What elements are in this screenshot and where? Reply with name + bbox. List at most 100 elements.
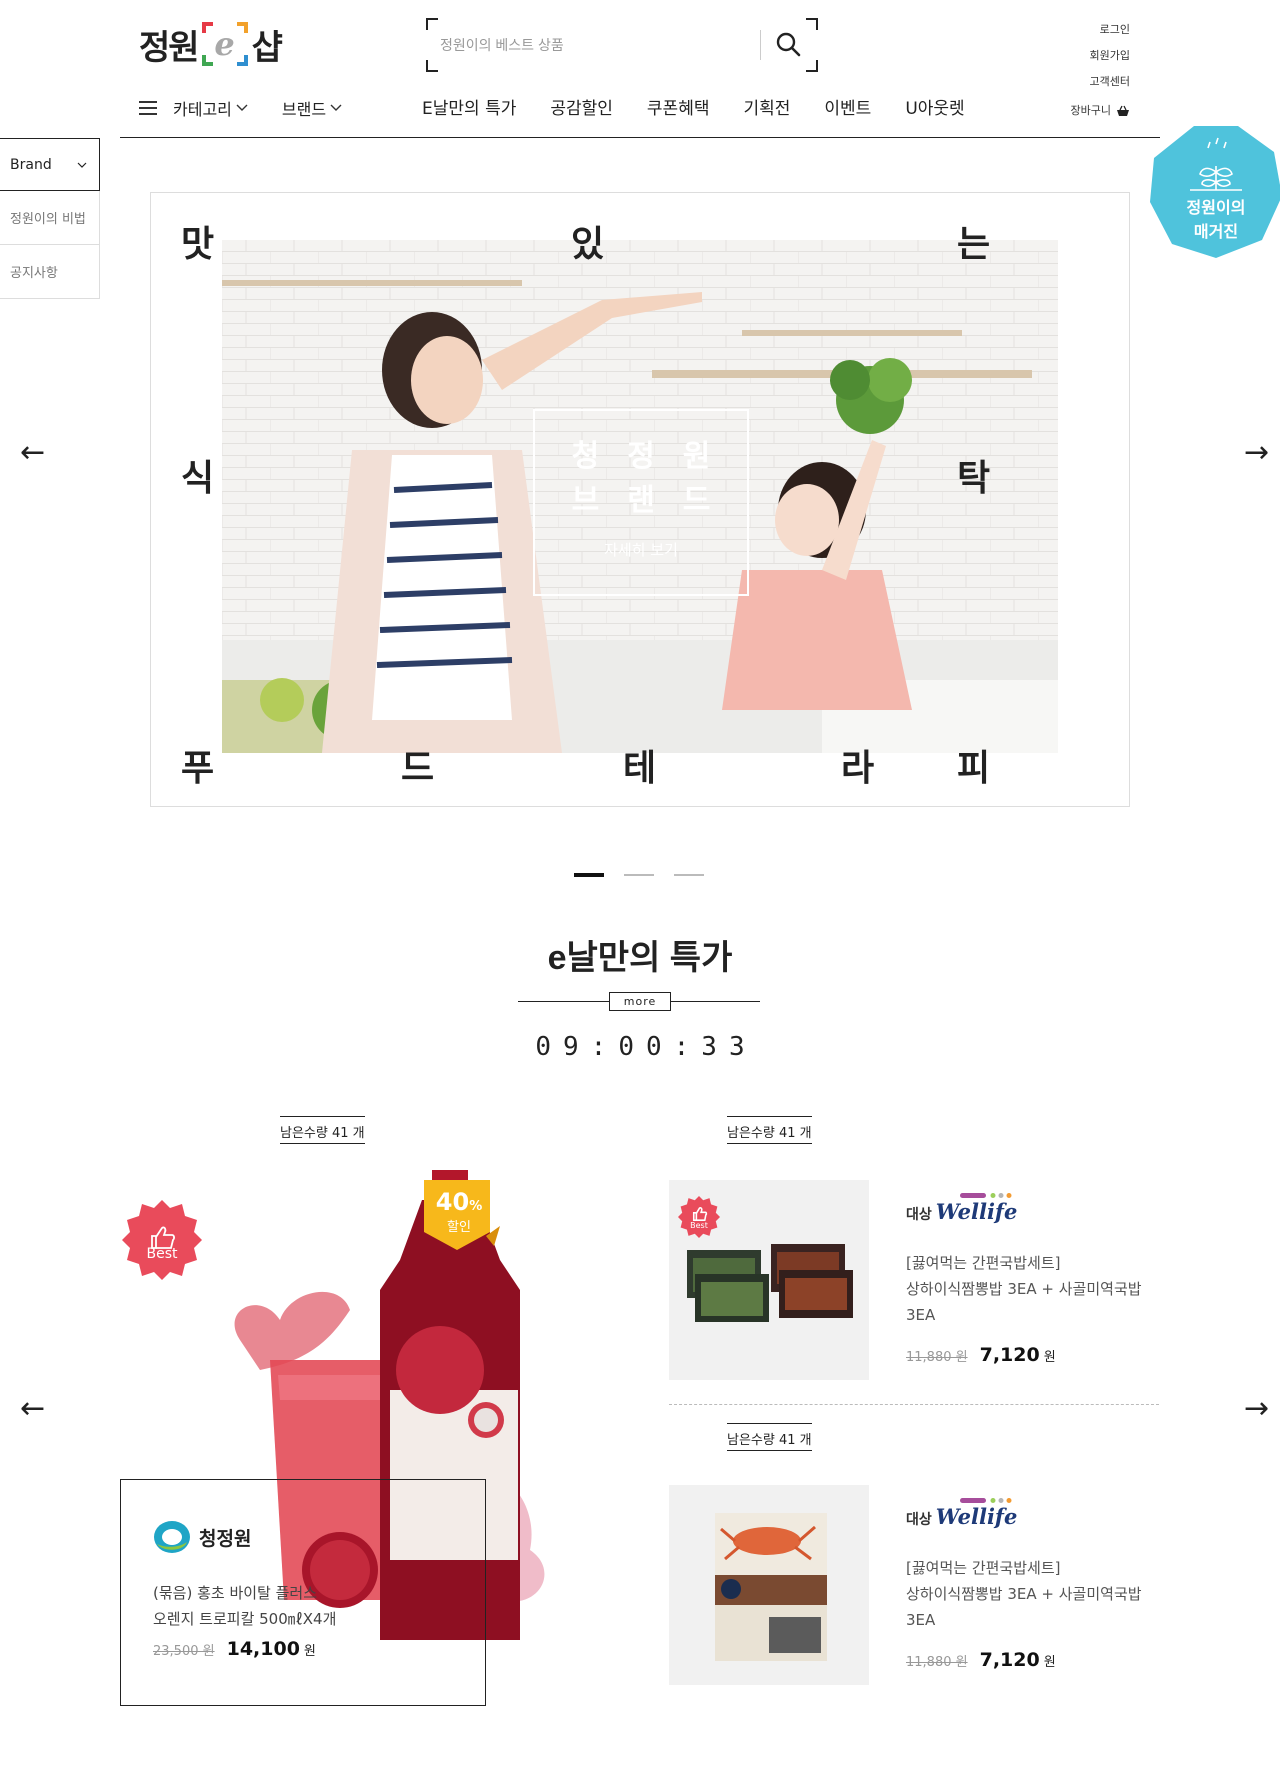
hero-more-link[interactable]: 자세히 보기: [535, 539, 747, 560]
price-row: 23,500 원 14,100 원: [153, 1638, 453, 1660]
hero-char: 탁: [957, 458, 991, 499]
nav-exhibition[interactable]: 기획전: [743, 94, 790, 119]
magazine-line2: 매거진: [1193, 222, 1239, 241]
product-info[interactable]: 대상 Wellife [끓여먹는 간편국밥세트] 상하이식짬뽕밥 3EA + 사…: [906, 1495, 1156, 1671]
gnb-left: 카테고리 브랜드: [139, 96, 376, 120]
remaining-quantity: 남은수량 41 개: [280, 1116, 365, 1144]
brand-label: 브랜드: [281, 100, 327, 119]
customer-center-link[interactable]: 고객센터: [1090, 75, 1130, 88]
product-name-line2: 상하이식짬뽕밥 3EA + 사골미역국밥: [906, 1280, 1142, 1298]
search-box: [426, 18, 818, 72]
best-badge: Best: [678, 1196, 720, 1238]
brand-name: Wellife: [936, 1498, 1017, 1529]
product-name-line1: [끓여먹는 간편국밥세트]: [906, 1559, 1061, 1577]
nav-event[interactable]: 이벤트: [824, 94, 871, 119]
utility-menu: 로그인 회원가입 고객센터 장바구니: [1071, 20, 1130, 124]
hero-next-arrow[interactable]: →: [1244, 438, 1269, 468]
hero-box-line2: 브랜드: [571, 483, 739, 518]
discount-percent: %: [469, 1199, 483, 1214]
category-menu[interactable]: 카테고리: [139, 96, 248, 120]
side-item-notice[interactable]: 공지사항: [0, 245, 100, 299]
side-brand-label: Brand: [10, 156, 52, 173]
site-logo[interactable]: 정원 e 샵: [139, 22, 283, 68]
chungjungone-logo-icon: [154, 1521, 190, 1553]
brand-menu[interactable]: 브랜드: [282, 96, 342, 120]
sale-price: 7,120: [979, 1649, 1040, 1671]
logo-text-right: 샵: [251, 27, 283, 68]
search-button[interactable]: [772, 29, 806, 61]
sale-price: 7,120: [979, 1344, 1040, 1366]
original-price: 23,500 원: [153, 1644, 215, 1659]
hero-char: 푸: [181, 748, 215, 789]
basket-icon: [1117, 105, 1129, 116]
nav-sympathy-discount[interactable]: 공감할인: [550, 94, 613, 119]
hero-char: 테: [623, 748, 657, 789]
product-name-line1: [끓여먹는 간편국밥세트]: [906, 1254, 1061, 1272]
side-brand-dropdown[interactable]: Brand: [0, 138, 100, 191]
chevron-down-icon: [236, 104, 248, 111]
chevron-down-icon: [77, 162, 87, 168]
category-label: 카테고리: [173, 100, 232, 119]
original-price: 11,880 원: [906, 1350, 968, 1365]
price-row: 11,880 원 7,120 원: [906, 1649, 1156, 1671]
product-name-line2: 상하이식짬뽕밥 3EA + 사골미역국밥: [906, 1585, 1142, 1603]
remaining-quantity: 남은수량 41 개: [727, 1116, 812, 1144]
original-price: 11,880 원: [906, 1655, 968, 1670]
currency-unit: 원: [303, 1644, 316, 1659]
hero-box-line1: 청정원: [571, 439, 739, 474]
hero-char: 드: [401, 748, 435, 789]
hero-char: 피: [957, 748, 991, 789]
nav-coupon[interactable]: 쿠폰혜택: [647, 94, 710, 119]
best-badge-label: Best: [146, 1246, 178, 1262]
signup-link[interactable]: 회원가입: [1090, 49, 1130, 62]
nav-eday-special[interactable]: E날만의 특가: [422, 94, 516, 119]
logo-e-mark: e: [201, 22, 248, 66]
best-badge-label: Best: [690, 1221, 708, 1230]
side-quick-menu: Brand 정원이의 비법 공지사항: [0, 138, 100, 299]
login-link[interactable]: 로그인: [1100, 23, 1130, 36]
best-badge: Best: [122, 1200, 202, 1280]
featured-product-card[interactable]: 청정원 (묶음) 홍초 바이탈 플러스 오렌지 트로피칼 500㎖X4개 23,…: [120, 1479, 486, 1706]
wellife-dots-icon: [959, 1498, 1012, 1503]
currency-unit: 원: [1043, 1655, 1056, 1670]
product-thumbnail[interactable]: [669, 1485, 869, 1685]
header-divider: [120, 137, 1160, 138]
more-button[interactable]: more: [609, 992, 671, 1011]
discount-badge: 40% 할인: [430, 1188, 488, 1235]
wellife-dots-icon: [959, 1193, 1012, 1198]
magazine-line1: 정원이의: [1186, 198, 1246, 217]
wellife-logo: 대상 Wellife: [906, 1190, 1156, 1224]
item-divider: [669, 1404, 1159, 1405]
section-title: e날만의 특가: [547, 939, 733, 977]
deal-prev-arrow[interactable]: ←: [20, 1394, 45, 1424]
currency-unit: 원: [1043, 1350, 1056, 1365]
pagination-dot-active[interactable]: [574, 873, 604, 877]
product-info[interactable]: 대상 Wellife [끓여먹는 간편국밥세트] 상하이식짬뽕밥 3EA + 사…: [906, 1190, 1156, 1366]
nav-u-outlet[interactable]: U아웃렛: [905, 94, 964, 119]
cart-link[interactable]: 장바구니: [1071, 98, 1130, 124]
hero-char: 맛: [181, 224, 215, 265]
magazine-badge[interactable]: 정원이의 매거진: [1150, 122, 1280, 260]
hamburger-icon: [139, 101, 157, 115]
main-nav: E날만의 특가 공감할인 쿠폰혜택 기획전 이벤트 U아웃렛: [422, 94, 999, 119]
hero-prev-arrow[interactable]: ←: [20, 438, 45, 468]
pagination-dot[interactable]: [624, 874, 654, 876]
brand-name: Wellife: [936, 1193, 1017, 1224]
pagination-dot[interactable]: [674, 874, 704, 876]
deal-next-arrow[interactable]: →: [1244, 1394, 1269, 1424]
cart-label: 장바구니: [1070, 104, 1111, 117]
hero-char: 있: [571, 224, 605, 265]
hero-char: 식: [181, 458, 215, 499]
sale-price: 14,100: [226, 1638, 300, 1660]
countdown-timer: 09:00:33: [535, 1032, 757, 1062]
side-item-recipe[interactable]: 정원이의 비법: [0, 191, 100, 245]
search-input[interactable]: [440, 30, 750, 60]
product-name-line3: 3EA: [906, 1611, 936, 1629]
product-name-line3: 3EA: [906, 1306, 936, 1324]
remaining-quantity: 남은수량 41 개: [727, 1423, 812, 1451]
discount-number: 40: [435, 1188, 470, 1216]
product-name-line2: 오렌지 트로피칼 500㎖X4개: [153, 1610, 337, 1628]
price-row: 11,880 원 7,120 원: [906, 1344, 1156, 1366]
brand-prefix: 대상: [906, 1207, 932, 1223]
hero-cta-box[interactable]: 청정원 브랜드 자세히 보기: [533, 409, 749, 596]
